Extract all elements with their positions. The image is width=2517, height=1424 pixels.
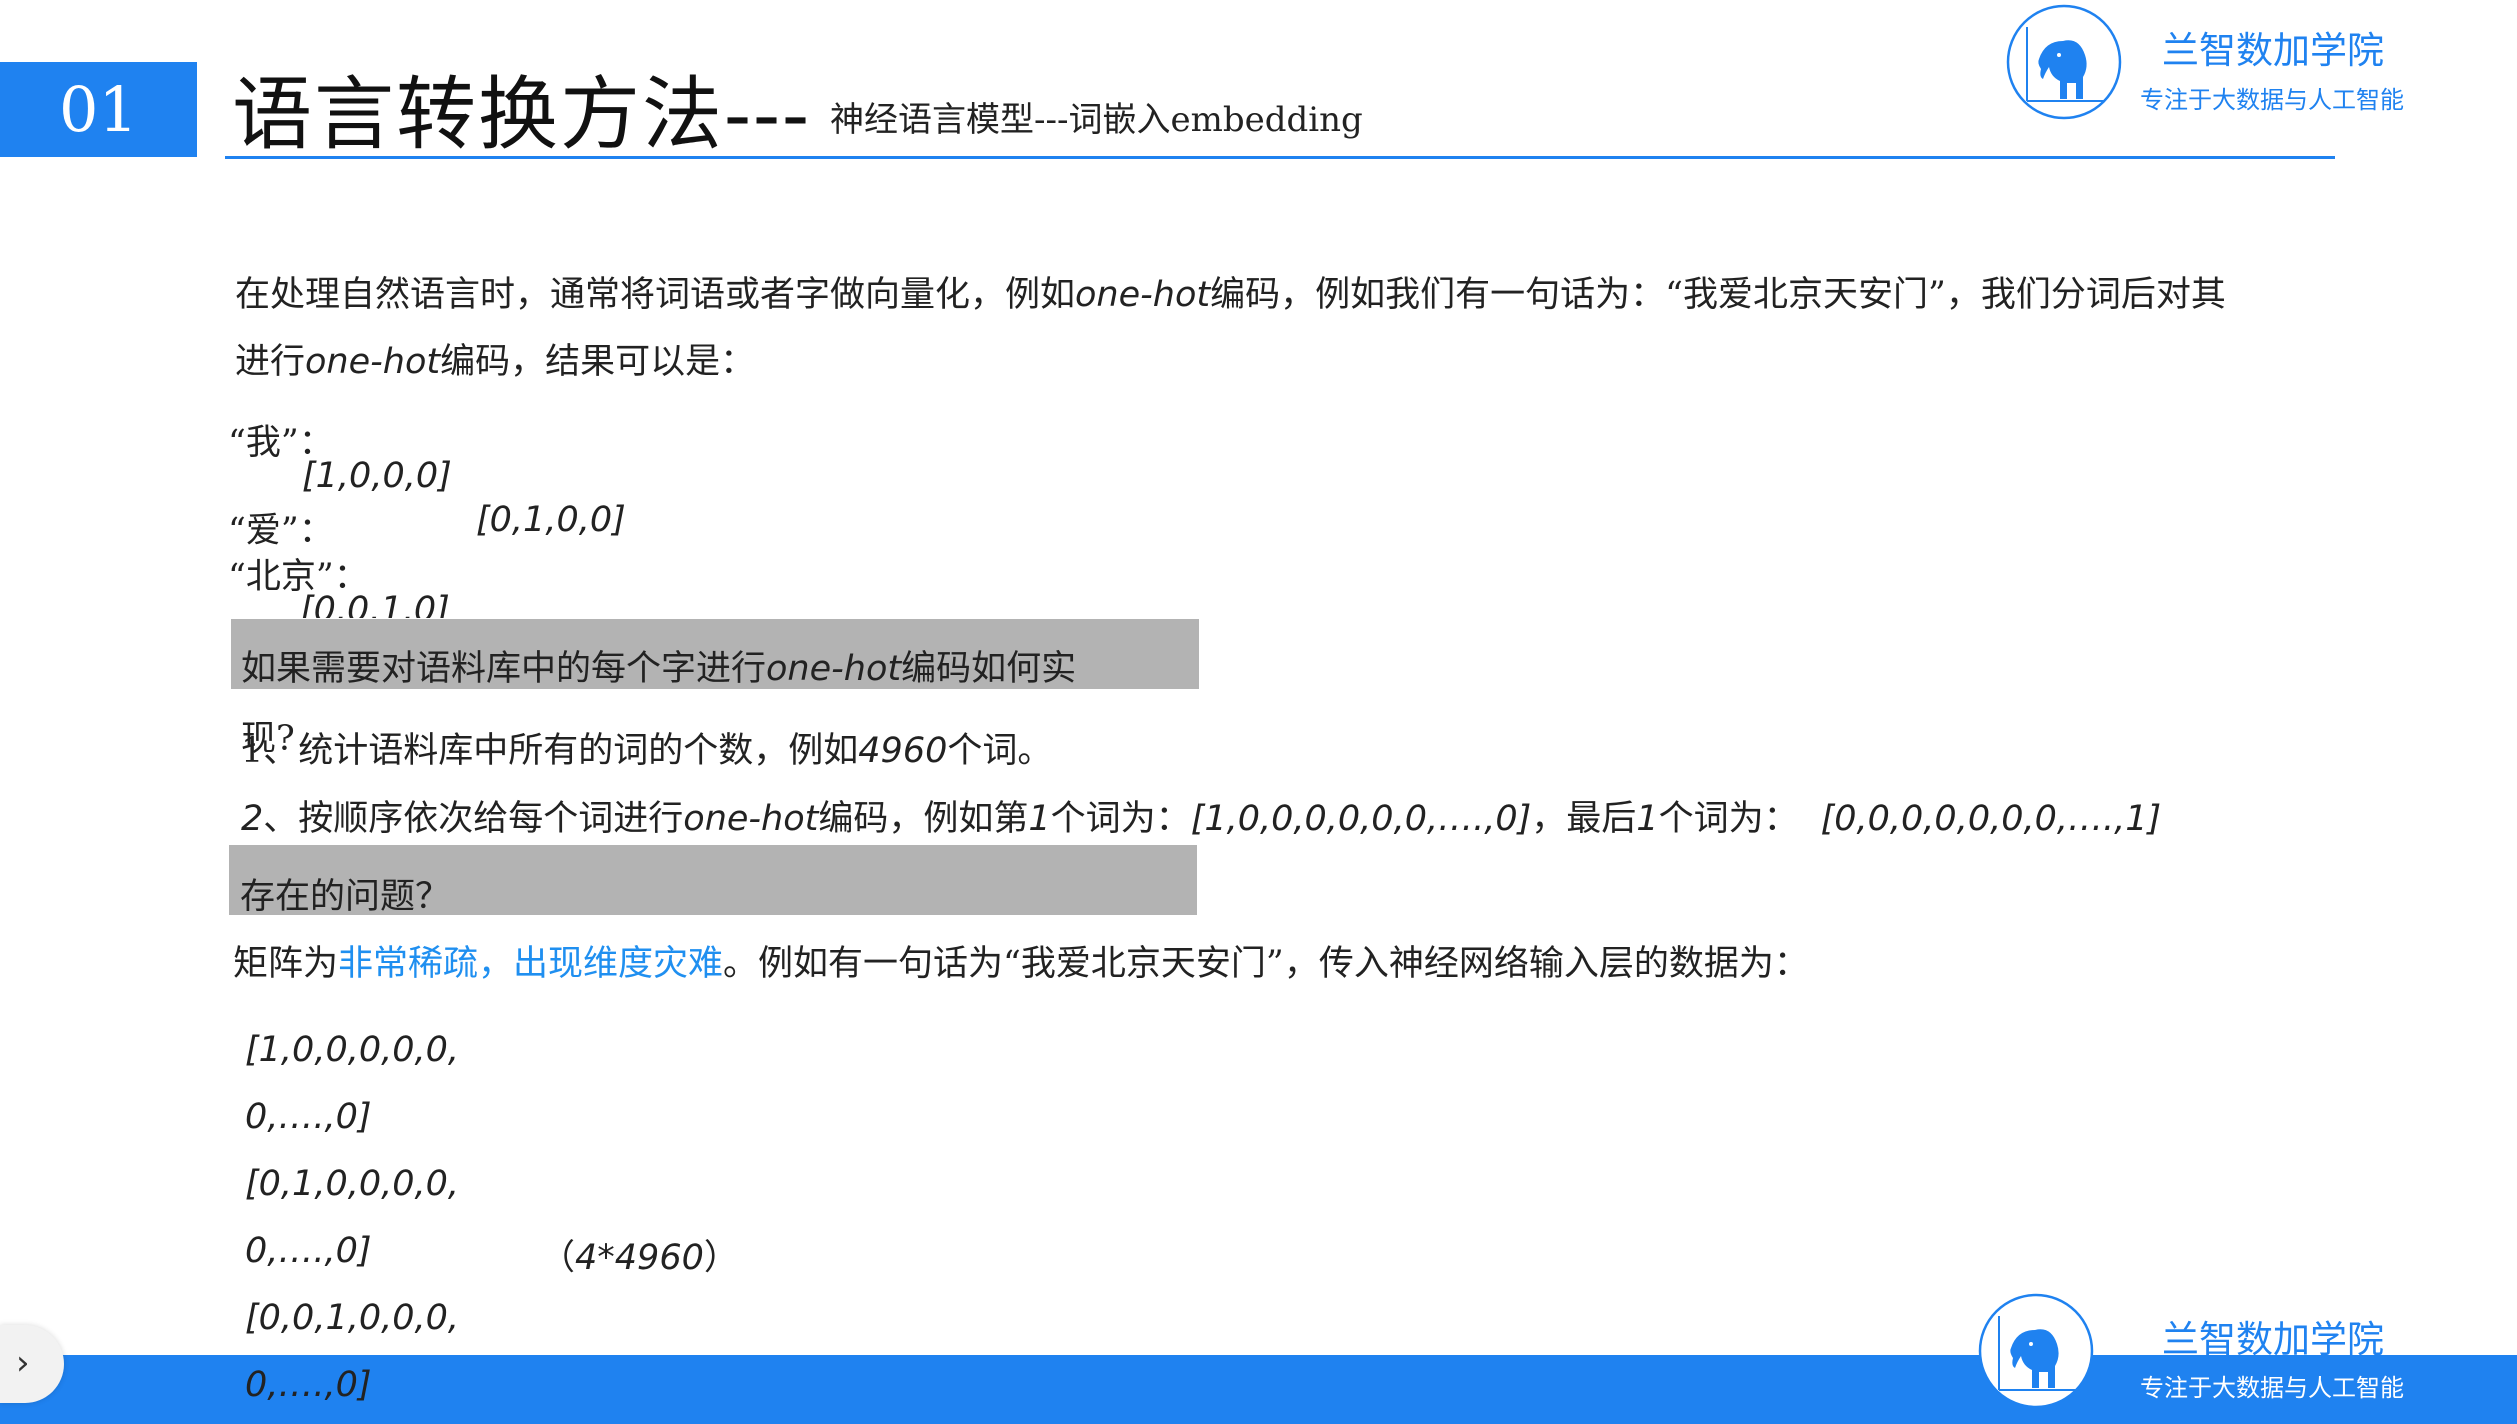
brand-name: 兰智数加学院 [2162, 1318, 2384, 1361]
intro-term: one-hot [305, 342, 441, 382]
matrix-row: [0,1,0,0,0,0, [245, 1164, 460, 1204]
step-term: one-hot [683, 799, 819, 839]
question-text: 如果需要对语料库中的每个字进行 [241, 649, 767, 689]
intro-text: 在处理自然语言时，通常将词语或者字做向量化，例如 [235, 275, 1076, 315]
matrix-row: [1,0,0,0,0,0, [245, 1030, 460, 1070]
example-vector: [1,0,0,0] [302, 456, 452, 496]
example-vector: [0,1,0,0] [476, 500, 626, 540]
matrix-row: 0,….,0] [245, 1231, 372, 1271]
example-vector: [0,0,1,0] [300, 590, 450, 618]
matrix-row: 0,….,0] [245, 1365, 372, 1405]
step-1: 1、统计语料库中所有的词的个数，例如4960个词。 [241, 722, 1052, 773]
section-number: 01 [0, 62, 197, 157]
problem-text: 。例如有一句话为“我爱北京天安门”，传入神经网络输入层的数据为： [723, 944, 1809, 984]
dims-paren: ） [703, 1238, 739, 1278]
step-text: ，最后 [1531, 799, 1637, 839]
brand-name: 兰智数加学院 [2162, 29, 2384, 72]
problem-highlight-text: 非常稀疏，出现维度灾难 [338, 944, 724, 984]
example-word: “爱”： [228, 511, 334, 551]
problem-text: 矩阵为 [233, 944, 339, 984]
matrix-row: 0,….,0] [245, 1097, 372, 1137]
example-vector-clip: [0,0,1,0] [300, 590, 500, 618]
elephant-logo-icon [2005, 3, 2123, 121]
step-text: 个词为： [1658, 799, 1799, 839]
matrix-dimensions: （4*4960） [540, 1229, 739, 1280]
question-1: 如果需要对语料库中的每个字进行one-hot编码如何实 [241, 640, 1076, 691]
step-index: 2 [241, 799, 264, 839]
step-text: 、按顺序依次给每个词进行 [263, 799, 684, 839]
question-text: 编码如何实 [901, 649, 1077, 689]
step-2: 2、按顺序依次给每个词进行one-hot编码，例如第1个词为：[1,0,0,0,… [241, 790, 2161, 841]
dims-paren: （ [540, 1238, 576, 1278]
intro-text: 进行 [235, 342, 306, 382]
step-number: 1 [1636, 799, 1659, 839]
problem-statement: 矩阵为非常稀疏，出现维度灾难。例如有一句话为“我爱北京天安门”，传入神经网络输入… [233, 935, 1809, 986]
step-text: 个词为： [1050, 799, 1191, 839]
brand-tagline: 专注于大数据与人工智能 [2140, 1374, 2404, 1402]
step-text: 编码，例如第 [818, 799, 1029, 839]
intro-text: 编码，结果可以是： [440, 342, 756, 382]
question-2: 存在的问题？ [240, 877, 451, 917]
dims-value: 4*4960 [575, 1238, 704, 1278]
intro-line-2: 进行one-hot编码，结果可以是： [235, 333, 755, 384]
intro-line-1: 在处理自然语言时，通常将词语或者字做向量化，例如one-hot编码，例如我们有一… [235, 266, 2226, 317]
chevron-right-icon[interactable]: › [16, 1346, 30, 1380]
step-vector: [0,0,0,0,0,0,0,….,1] [1820, 799, 2162, 839]
step-number: 1 [1028, 799, 1051, 839]
brand-tagline: 专注于大数据与人工智能 [2140, 86, 2404, 114]
step-vector: [1,0,0,0,0,0,0,….,0] [1190, 799, 1532, 839]
question-term: one-hot [766, 649, 902, 689]
page-subtitle: 神经语言模型---词嵌入embedding [830, 100, 1363, 140]
title-divider [225, 156, 2335, 159]
intro-text: 编码，例如我们有一句话为：“我爱北京天安门”，我们分词后对其 [1210, 275, 2226, 315]
step-number: 4960 [858, 731, 948, 771]
page-title: 语言转换方法--- [232, 68, 812, 161]
elephant-logo-icon [1977, 1292, 2095, 1410]
step-text: 个词。 [947, 731, 1053, 771]
step-text: 1、统计语料库中所有的词的个数，例如 [241, 731, 859, 771]
intro-term: one-hot [1075, 275, 1211, 315]
matrix-row: [0,0,1,0,0,0, [245, 1298, 460, 1338]
